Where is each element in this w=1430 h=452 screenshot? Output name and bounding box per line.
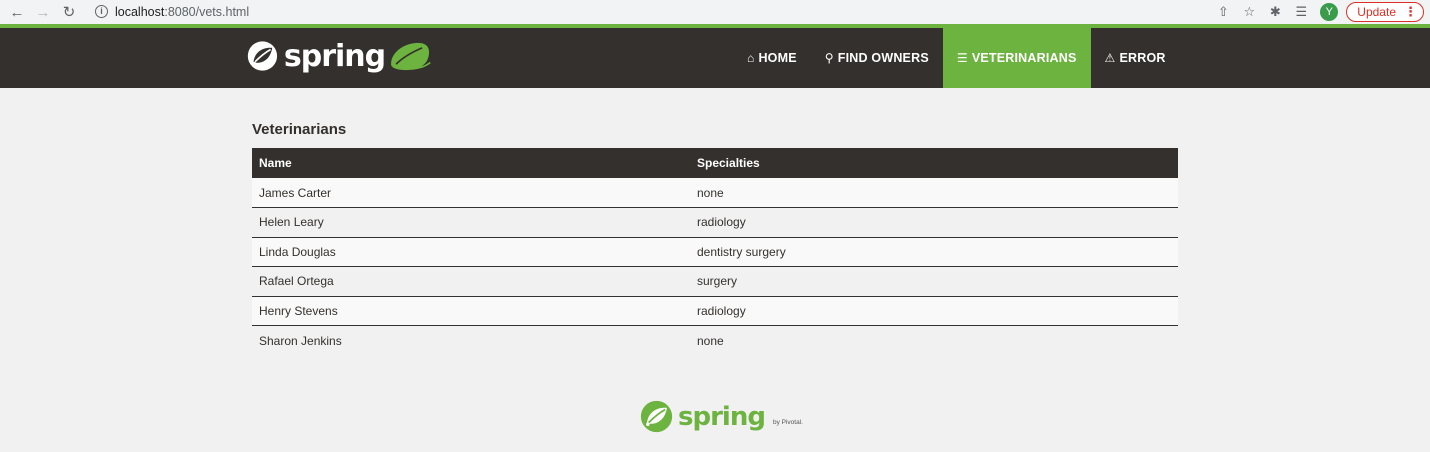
extensions-icon[interactable]: ✱	[1264, 1, 1286, 23]
bookmark-star-icon[interactable]: ☆	[1238, 1, 1260, 23]
address-bar[interactable]: i localhost:8080/vets.html	[87, 1, 1202, 22]
page-title: Veterinarians	[252, 121, 347, 138]
more-menu-icon[interactable]: ⋮	[1404, 4, 1417, 20]
url-host: localhost	[115, 4, 165, 19]
table-row: Henry Stevens radiology	[252, 295, 1178, 326]
spring-leaf-icon	[247, 41, 278, 71]
nav-veterinarians[interactable]: ☰ VETERINARIANS	[942, 28, 1091, 88]
table-row: Sharon Jenkins none	[252, 325, 1178, 355]
browser-toolbar: ← → ↻ i localhost:8080/vets.html ⇧ ☆ ✱ ☰…	[0, 0, 1430, 24]
vet-name: Henry Stevens	[252, 295, 691, 326]
warning-icon: ⚠	[1104, 51, 1116, 65]
table-row: Rafael Ortega surgery	[252, 266, 1178, 296]
update-button[interactable]: Update ⋮	[1346, 2, 1424, 22]
table-header-row: Name Specialties	[252, 148, 1178, 178]
nav-veterinarians-label: VETERINARIANS	[971, 51, 1077, 65]
forward-arrow-icon[interactable]: →	[32, 1, 54, 23]
table-row: Helen Leary radiology	[252, 207, 1178, 237]
vet-specialties: none	[697, 185, 724, 200]
column-header-name: Name	[259, 156, 292, 170]
vet-name: James Carter	[259, 185, 332, 200]
back-arrow-icon[interactable]: ←	[6, 1, 28, 23]
footer-logo: spring by Pivotal.	[640, 400, 803, 433]
vet-specialties: radiology	[691, 207, 1178, 237]
nav-error-label: ERROR	[1119, 51, 1166, 65]
home-icon: ⌂	[747, 51, 755, 65]
update-label: Update	[1357, 5, 1396, 19]
vets-table: Name Specialties James Carter none Helen…	[252, 148, 1178, 355]
reload-icon[interactable]: ↻	[58, 1, 80, 23]
spring-leaf-footer-icon	[640, 400, 673, 433]
reading-list-icon[interactable]: ☰	[1290, 1, 1312, 23]
column-header-specialties: Specialties	[697, 156, 760, 170]
share-icon[interactable]: ⇧	[1212, 1, 1234, 23]
site-info-icon[interactable]: i	[95, 5, 108, 18]
vet-specialties: dentistry surgery	[691, 236, 1178, 267]
vet-name: Rafael Ortega	[252, 266, 691, 296]
search-icon: ⚲	[824, 51, 834, 65]
petclinic-leaf-icon	[391, 42, 431, 71]
vet-specialties: none	[691, 325, 1178, 355]
nav-find-owners[interactable]: ⚲ FIND OWNERS	[811, 28, 943, 88]
vet-specialties: surgery	[691, 266, 1178, 296]
brand-wordmark: spring	[283, 38, 386, 74]
vet-name: Linda Douglas	[252, 236, 691, 267]
nav-error[interactable]: ⚠ ERROR	[1091, 28, 1180, 88]
nav-home[interactable]: ⌂ HOME	[733, 28, 811, 88]
profile-avatar[interactable]: Y	[1320, 3, 1339, 21]
footer-by-pivotal: by Pivotal.	[772, 419, 803, 426]
table-row: James Carter none	[252, 178, 1178, 208]
brand-logo[interactable]: spring	[247, 36, 432, 76]
vet-specialties: radiology	[691, 295, 1178, 326]
footer-wordmark: spring	[678, 401, 766, 432]
table-row: Linda Douglas dentistry surgery	[252, 236, 1178, 267]
nav-find-owners-label: FIND OWNERS	[837, 51, 929, 65]
navbar: spring ⌂ HOME ⚲ FIND OWNERS ☰ VETERINARI…	[0, 28, 1430, 88]
url-path: :8080/vets.html	[164, 4, 250, 19]
vet-name: Sharon Jenkins	[252, 325, 691, 355]
nav-home-label: HOME	[758, 51, 797, 65]
list-icon: ☰	[956, 51, 968, 65]
main-nav: ⌂ HOME ⚲ FIND OWNERS ☰ VETERINARIANS ⚠ E…	[733, 28, 1180, 88]
vet-name: Helen Leary	[252, 207, 691, 237]
